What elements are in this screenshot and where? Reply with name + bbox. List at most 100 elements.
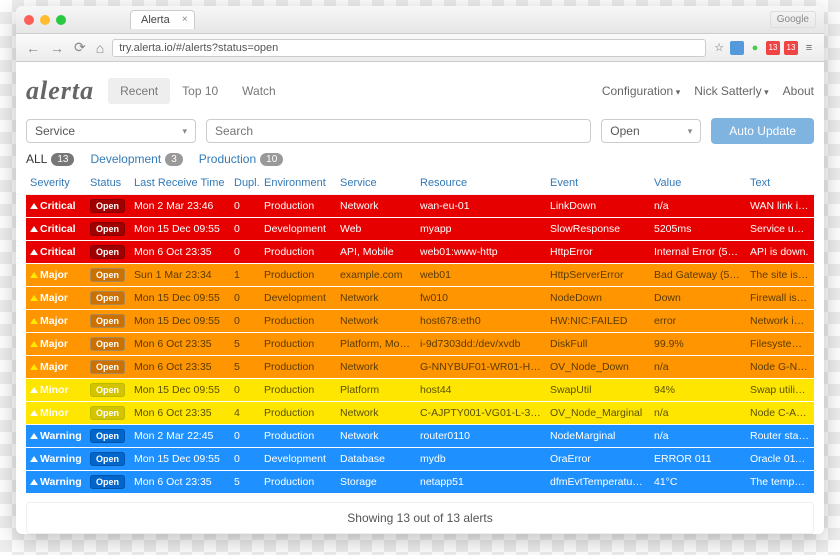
- cell-resource: netapp51: [416, 471, 546, 494]
- about-link[interactable]: About: [783, 84, 814, 98]
- cell-text: The site is down.: [746, 264, 814, 287]
- cell-value: Down: [650, 287, 746, 310]
- table-row[interactable]: WarningOpenMon 15 Dec 09:550DevelopmentD…: [26, 448, 814, 471]
- service-select[interactable]: Service▾: [26, 119, 196, 143]
- cell-service: Network: [336, 425, 416, 448]
- cell-event: dfmEvtTemperatureHot: [546, 471, 650, 494]
- cell-severity: Minor: [26, 379, 86, 402]
- cell-text: API is down.: [746, 241, 814, 264]
- user-menu[interactable]: Nick Satterly: [694, 84, 768, 98]
- arrow-up-icon: [30, 226, 38, 232]
- table-row[interactable]: MajorOpenMon 6 Oct 23:355ProductionNetwo…: [26, 356, 814, 379]
- cell-severity: Critical: [26, 241, 86, 264]
- arrow-up-icon: [30, 479, 38, 485]
- page-content: alerta Recent Top 10 Watch Configuration…: [16, 62, 824, 534]
- col-event[interactable]: Event: [546, 172, 650, 195]
- cell-resource: mydb: [416, 448, 546, 471]
- minimize-icon[interactable]: [40, 15, 50, 25]
- col-status[interactable]: Status: [86, 172, 130, 195]
- filter-all[interactable]: ALL 13: [26, 152, 74, 166]
- table-row[interactable]: WarningOpenMon 6 Oct 23:355ProductionSto…: [26, 471, 814, 494]
- cell-env: Production: [260, 264, 336, 287]
- address-bar[interactable]: try.alerta.io/#/alerts?status=open: [112, 39, 706, 57]
- tab-recent[interactable]: Recent: [108, 78, 170, 104]
- table-row[interactable]: CriticalOpenMon 2 Mar 23:460ProductionNe…: [26, 195, 814, 218]
- cell-status: Open: [86, 425, 130, 448]
- cell-time: Sun 1 Mar 23:34: [130, 264, 230, 287]
- forward-icon[interactable]: →: [48, 40, 66, 56]
- maximize-icon[interactable]: [56, 15, 66, 25]
- ext-icon[interactable]: [730, 41, 744, 55]
- table-row[interactable]: MajorOpenSun 1 Mar 23:341Productionexamp…: [26, 264, 814, 287]
- search-engine-label[interactable]: Google: [770, 11, 816, 28]
- cell-status: Open: [86, 241, 130, 264]
- filter-production[interactable]: Production 10: [199, 152, 284, 166]
- cell-env: Production: [260, 195, 336, 218]
- cell-status: Open: [86, 333, 130, 356]
- col-service[interactable]: Service: [336, 172, 416, 195]
- star-icon[interactable]: ☆: [712, 41, 726, 55]
- cell-value: Internal Error (500): [650, 241, 746, 264]
- menu-icon[interactable]: ≡: [802, 41, 816, 55]
- col-dupl-[interactable]: Dupl.: [230, 172, 260, 195]
- cell-service: Web: [336, 218, 416, 241]
- table-header-row: SeverityStatusLast Receive TimeDupl.Envi…: [26, 172, 814, 195]
- tab-watch[interactable]: Watch: [230, 78, 288, 104]
- table-row[interactable]: CriticalOpenMon 6 Oct 23:350ProductionAP…: [26, 241, 814, 264]
- tab-close-icon[interactable]: ×: [182, 14, 188, 25]
- cell-time: Mon 15 Dec 09:55: [130, 379, 230, 402]
- window-controls: [24, 15, 66, 25]
- arrow-up-icon: [30, 341, 38, 347]
- col-environment[interactable]: Environment: [260, 172, 336, 195]
- cell-text: Router status is marginal.: [746, 425, 814, 448]
- cell-time: Mon 6 Oct 23:35: [130, 356, 230, 379]
- cell-dupl: 0: [230, 195, 260, 218]
- cell-env: Development: [260, 287, 336, 310]
- table-row[interactable]: MajorOpenMon 6 Oct 23:355ProductionPlatf…: [26, 333, 814, 356]
- cell-dupl: 5: [230, 356, 260, 379]
- status-badge: Open: [90, 383, 125, 397]
- col-severity[interactable]: Severity: [26, 172, 86, 195]
- cell-service: Storage: [336, 471, 416, 494]
- ext-icon[interactable]: ●: [748, 41, 762, 55]
- status-select[interactable]: Open▾: [601, 119, 701, 143]
- auto-update-button[interactable]: Auto Update: [711, 118, 814, 144]
- cell-status: Open: [86, 356, 130, 379]
- browser-tab[interactable]: Alerta ×: [130, 10, 195, 29]
- cell-severity: Major: [26, 264, 86, 287]
- table-row[interactable]: MinorOpenMon 6 Oct 23:354ProductionNetwo…: [26, 402, 814, 425]
- config-menu[interactable]: Configuration: [602, 84, 680, 98]
- cell-time: Mon 6 Oct 23:35: [130, 471, 230, 494]
- cell-env: Production: [260, 402, 336, 425]
- table-row[interactable]: CriticalOpenMon 15 Dec 09:550Development…: [26, 218, 814, 241]
- back-icon[interactable]: ←: [24, 40, 42, 56]
- filter-development[interactable]: Development 3: [90, 152, 182, 166]
- col-last-receive-time[interactable]: Last Receive Time: [130, 172, 230, 195]
- tab-top10[interactable]: Top 10: [170, 78, 230, 104]
- ext-icon[interactable]: 13: [784, 41, 798, 55]
- cell-text: Service unavailable.: [746, 218, 814, 241]
- cell-time: Mon 15 Dec 09:55: [130, 287, 230, 310]
- ext-icon[interactable]: 13: [766, 41, 780, 55]
- arrow-up-icon: [30, 295, 38, 301]
- cell-event: DiskFull: [546, 333, 650, 356]
- cell-service: Database: [336, 448, 416, 471]
- table-row[interactable]: WarningOpenMon 2 Mar 22:450ProductionNet…: [26, 425, 814, 448]
- table-row[interactable]: MajorOpenMon 15 Dec 09:550DevelopmentNet…: [26, 287, 814, 310]
- status-badge: Open: [90, 199, 125, 213]
- cell-status: Open: [86, 471, 130, 494]
- close-icon[interactable]: [24, 15, 34, 25]
- cell-service: Network: [336, 287, 416, 310]
- cell-severity: Major: [26, 310, 86, 333]
- col-text[interactable]: Text: [746, 172, 814, 195]
- cell-resource: myapp: [416, 218, 546, 241]
- search-input[interactable]: [206, 119, 591, 143]
- col-resource[interactable]: Resource: [416, 172, 546, 195]
- col-value[interactable]: Value: [650, 172, 746, 195]
- status-badge: Open: [90, 475, 125, 489]
- status-badge: Open: [90, 360, 125, 374]
- reload-icon[interactable]: ⟳: [72, 39, 88, 56]
- table-row[interactable]: MinorOpenMon 15 Dec 09:550ProductionPlat…: [26, 379, 814, 402]
- home-icon[interactable]: ⌂: [94, 40, 106, 56]
- table-row[interactable]: MajorOpenMon 15 Dec 09:550ProductionNetw…: [26, 310, 814, 333]
